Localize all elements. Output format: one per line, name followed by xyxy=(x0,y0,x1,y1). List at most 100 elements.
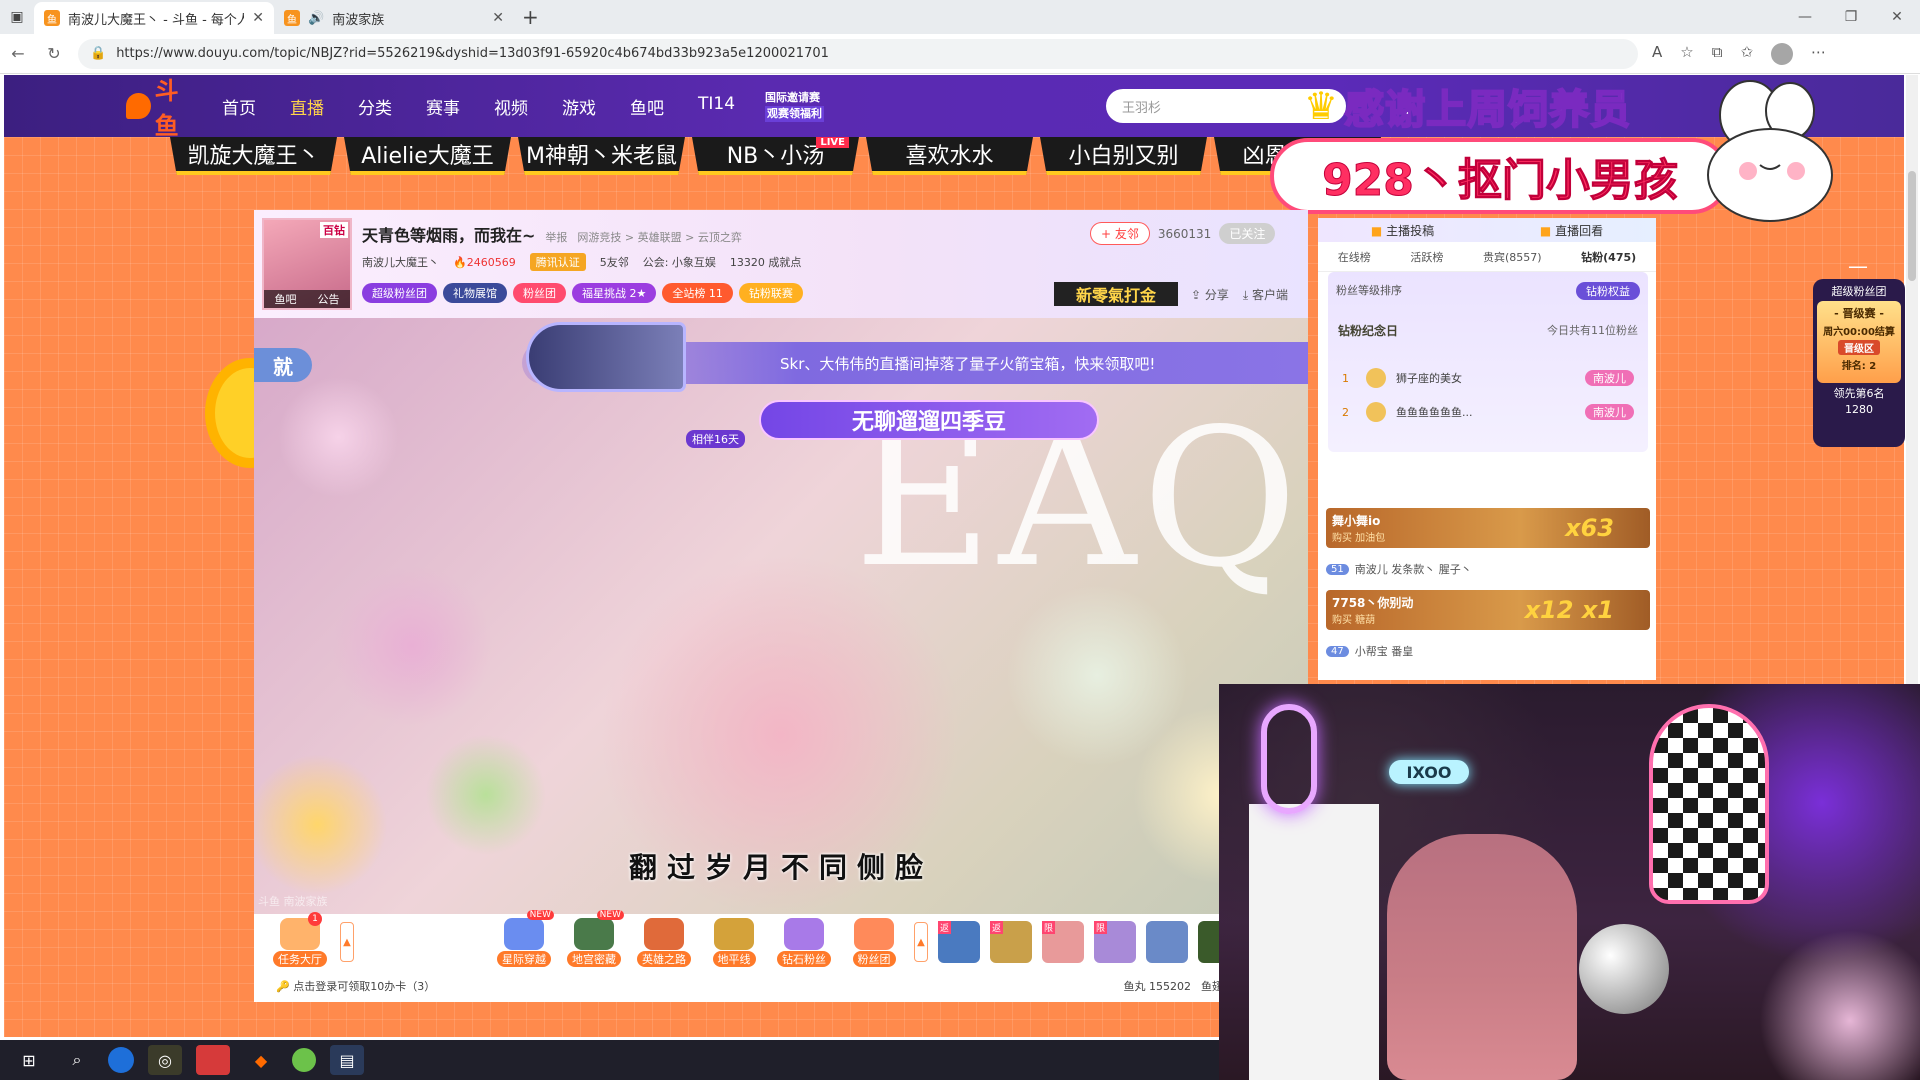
scrollbar-thumb[interactable] xyxy=(1908,171,1916,281)
diamond-fans-button[interactable]: 钻石粉丝 xyxy=(774,917,834,967)
url-field[interactable]: 🔒 https://www.douyu.com/topic/NBJZ?rid=5… xyxy=(78,38,1638,69)
login-tip[interactable]: 🔑 点击登录可领取10办卡（3） xyxy=(276,978,435,994)
super-fans-widget[interactable]: 超级粉丝团 - 晋级赛 - 周六00:00结算 晋级区 排名: 2 领先第6名 … xyxy=(1813,279,1905,447)
yuba-link[interactable]: 鱼吧 xyxy=(275,291,297,307)
interstellar-button[interactable]: 星际穿越 NEW xyxy=(494,909,554,967)
browser-tab-1[interactable]: 鱼 南波儿大魔王丶 - 斗鱼 - 每个人的 ✕ xyxy=(34,2,274,34)
category-breadcrumb[interactable]: 网游竞技 > 英雄联盟 > 云顶之弈 xyxy=(577,229,741,245)
family-streamer-tabs: 凯旋大魔王丶 Alielie大魔王 M神朝丶米老鼠 NB丶小汤 LIVE 喜欢水水… xyxy=(170,137,1381,175)
pill-super-fans[interactable]: 超级粉丝团 xyxy=(362,283,437,303)
streamer-avatar[interactable]: 百钻 鱼吧 公告 xyxy=(262,218,352,310)
streamer-tab[interactable]: 凯旋大魔王丶 xyxy=(170,137,337,175)
sort-label[interactable]: 粉丝等级排序 xyxy=(1336,282,1402,300)
new-tab-button[interactable]: + xyxy=(522,5,539,29)
close-window-icon[interactable]: ✕ xyxy=(1874,0,1920,34)
streamer-tab[interactable]: NB丶小汤 LIVE xyxy=(692,137,859,175)
replay-link[interactable]: 直播回看 xyxy=(1540,222,1603,239)
collapse-icon[interactable]: — xyxy=(1846,254,1870,278)
nav-games[interactable]: 游戏 xyxy=(562,94,596,119)
close-tab-icon[interactable]: ✕ xyxy=(252,10,264,26)
pill-gift-hall[interactable]: 礼物展馆 xyxy=(443,283,507,303)
favorites-icon[interactable]: ✩ xyxy=(1740,43,1753,65)
user-level-badge: 51 xyxy=(1326,563,1349,575)
invitational-link[interactable]: 国际邀请赛 观赛领福利 xyxy=(765,90,825,122)
gift-item[interactable]: 返 xyxy=(938,921,980,963)
tab-diamond-fans[interactable]: 钻粉(475) xyxy=(1581,249,1636,265)
streamer-tab[interactable]: 喜欢水水 xyxy=(866,137,1033,175)
close-tab-icon[interactable]: ✕ xyxy=(492,10,504,26)
windows-taskbar: ⊞ ⌕ ◎ ◆ ▤ xyxy=(0,1040,1219,1080)
extensions-icon[interactable]: ⧉ xyxy=(1712,43,1723,65)
pill-site-rank[interactable]: 全站榜 11 xyxy=(662,283,733,303)
nav-yuba[interactable]: 鱼吧 xyxy=(630,94,664,119)
gift-item[interactable]: 返 xyxy=(990,921,1032,963)
streamer-tab[interactable]: Alielie大魔王 xyxy=(344,137,511,175)
calendar-app-icon[interactable] xyxy=(196,1045,230,1075)
tab-active[interactable]: 活跃榜 xyxy=(1410,249,1443,265)
terminal-icon[interactable]: ▤ xyxy=(330,1045,364,1075)
client-label: 客户端 xyxy=(1252,288,1289,302)
share-button[interactable]: ⇪ 分享 xyxy=(1191,286,1229,303)
rebate-ribbon: 返 xyxy=(990,921,1004,934)
nav-events[interactable]: 赛事 xyxy=(426,94,460,119)
restore-icon[interactable]: ❐ xyxy=(1828,0,1874,34)
horizon-button[interactable]: 地平线 xyxy=(704,917,764,967)
fan-name: 狮子座的美女 xyxy=(1396,372,1462,385)
list-item[interactable]: 1 狮子座的美女 南波儿 xyxy=(1328,361,1648,395)
fan-club-button[interactable]: 粉丝团 xyxy=(844,917,904,967)
edge-browser-icon[interactable] xyxy=(108,1047,134,1073)
back-icon[interactable]: ← xyxy=(0,44,36,63)
douyu-app-icon[interactable]: ◆ xyxy=(244,1045,278,1075)
windows-start-icon[interactable]: ⊞ xyxy=(12,1045,46,1075)
profile-avatar[interactable] xyxy=(1771,42,1794,65)
expand-arrow-icon[interactable]: ▲ xyxy=(340,922,354,962)
task-hall-button[interactable]: 任务大厅 1 xyxy=(270,911,330,967)
report-link[interactable]: 举报 xyxy=(545,229,567,245)
obs-icon[interactable]: ◎ xyxy=(148,1045,182,1075)
pill-diamond-league[interactable]: 钻粉联赛 xyxy=(738,283,803,303)
more-icon[interactable]: ⋯ xyxy=(1811,43,1826,65)
event-banner[interactable]: 新零氣打金 xyxy=(1054,282,1178,306)
streamer-tab[interactable]: 小白别又别 xyxy=(1040,137,1207,175)
minimize-icon[interactable]: — xyxy=(1782,0,1828,34)
followed-button[interactable]: 已关注 xyxy=(1219,223,1276,244)
favorite-star-icon[interactable]: ☆ xyxy=(1680,43,1693,65)
streamer-tab[interactable]: M神朝丶米老鼠 xyxy=(518,137,685,175)
pill-fan-club[interactable]: 粉丝团 xyxy=(513,283,566,303)
refresh-icon[interactable]: ↻ xyxy=(36,44,72,63)
streamer-name: Alielie大魔王 xyxy=(361,144,494,169)
read-aloud-icon[interactable]: A xyxy=(1652,43,1662,65)
douyu-logo[interactable]: 斗鱼 xyxy=(126,77,200,140)
nav-home[interactable]: 首页 xyxy=(222,94,256,119)
video-stream[interactable]: EAQ Skr、大伟伟的直播间掉落了量子火箭宝箱，快来领取吧! 无聊遛遛四季豆 … xyxy=(254,318,1308,914)
app-icon[interactable] xyxy=(292,1048,316,1072)
underground-palace-button[interactable]: 地宫密藏 NEW xyxy=(564,909,624,967)
left-side-tag[interactable]: 就 xyxy=(254,348,312,382)
list-item[interactable]: 2 鱼鱼鱼鱼鱼鱼... 南波儿 xyxy=(1328,395,1648,429)
chat-message: 47 小帮宝 番皇 xyxy=(1326,640,1650,662)
streamer-name[interactable]: 南波儿大魔王丶 xyxy=(362,254,439,270)
nav-category[interactable]: 分类 xyxy=(358,94,392,119)
nav-live[interactable]: 直播 xyxy=(290,94,324,119)
gift-item[interactable]: 限 xyxy=(1042,921,1084,963)
streamer-submit-link[interactable]: 主播投稿 xyxy=(1371,222,1434,239)
client-button[interactable]: ⤓ 客户端 xyxy=(1243,286,1288,303)
hero-road-button[interactable]: 英雄之路 xyxy=(634,917,694,967)
expand-arrow-icon[interactable]: ▲ xyxy=(914,922,928,962)
gift-item[interactable] xyxy=(1146,921,1188,963)
notice-link[interactable]: 公告 xyxy=(318,291,340,307)
browser-tab-2[interactable]: 鱼 🔊 南波家族 ✕ xyxy=(274,2,514,34)
pill-lucky-challenge[interactable]: 福星挑战 2★ xyxy=(572,283,657,303)
add-tribe-button[interactable]: + 友邻 xyxy=(1090,222,1150,245)
tab-vip[interactable]: 贵宾(8557) xyxy=(1483,249,1542,265)
speaker-icon[interactable]: 🔊 xyxy=(308,11,324,26)
nav-ti14[interactable]: TI14 xyxy=(698,94,735,119)
nav-video[interactable]: 视频 xyxy=(494,94,528,119)
tool-label: 地宫密藏 xyxy=(567,950,621,967)
tab-online[interactable]: 在线榜 xyxy=(1338,249,1371,265)
fish-balls-balance: 鱼丸 155202 xyxy=(1123,980,1191,993)
search-icon[interactable]: ⌕ xyxy=(60,1045,94,1075)
tab-actions-icon[interactable]: ▣ xyxy=(0,0,34,34)
diamond-rights-button[interactable]: 钻粉权益 xyxy=(1576,282,1640,300)
gift-item[interactable]: 限 xyxy=(1094,921,1136,963)
